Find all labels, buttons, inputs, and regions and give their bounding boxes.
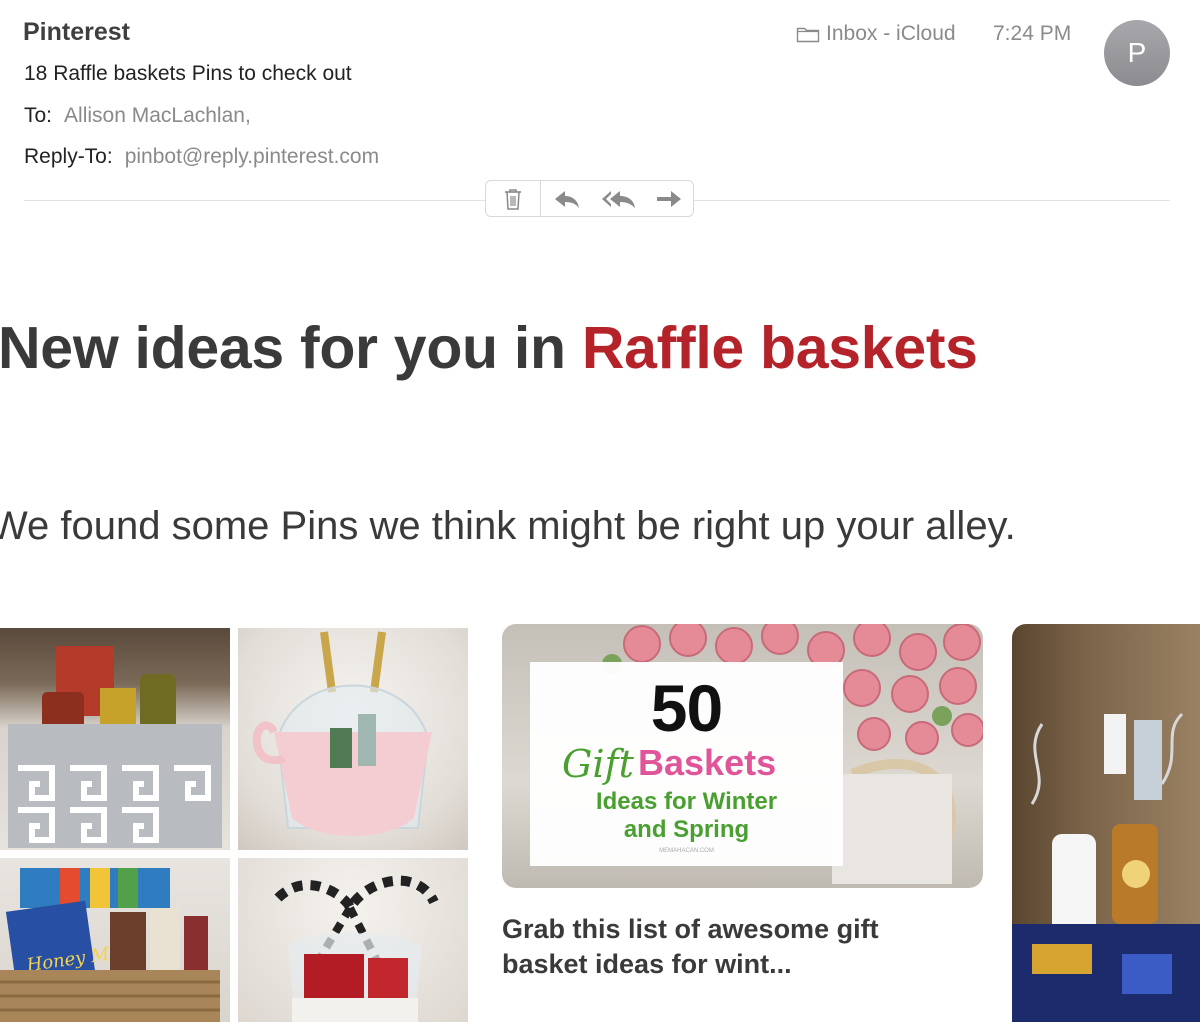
reply-to-label: Reply-To: [24, 145, 113, 168]
headline-board-name[interactable]: Raffle baskets [582, 315, 978, 381]
intro-text: We found some Pins we think might be rig… [0, 504, 1016, 548]
pin-image-snack-basket: Honey Maid [0, 858, 230, 1022]
pin-image-cookie-basket [238, 858, 468, 1022]
delete-button[interactable] [486, 181, 540, 216]
reply-to-row: Reply-To: pinbot@reply.pinterest.com [24, 145, 379, 169]
mailbox-name: Inbox - iCloud [826, 22, 956, 45]
sender-name: Pinterest [23, 18, 130, 46]
to-label: To: [24, 104, 53, 127]
pin-caption[interactable]: Grab this list of awesome gift basket id… [502, 912, 942, 982]
reply-button[interactable] [541, 181, 593, 216]
forward-icon [657, 190, 681, 207]
card-subtitle-line1: Ideas for Winter [595, 788, 778, 815]
pin-image-pantry-basket [0, 628, 230, 850]
headline-prefix: New ideas for you in [0, 315, 582, 381]
to-recipient[interactable]: Allison MacLachlan, [64, 104, 251, 127]
message-toolbar [485, 180, 694, 217]
card-subtitle-line2: and Spring [623, 816, 750, 843]
card-source: MEMAHACAN.COM [659, 848, 714, 854]
card-gift-word: Gift [562, 742, 634, 786]
headline: New ideas for you in Raffle baskets [0, 314, 978, 382]
received-time: 7:24 PM [993, 22, 1072, 45]
reply-icon [555, 190, 579, 208]
card-number: 50 [650, 671, 723, 745]
email-subject: 18 Raffle baskets Pins to check out [24, 62, 352, 85]
avatar: P [1104, 20, 1170, 86]
to-row: To: Allison MacLachlan, [24, 104, 251, 128]
reply-all-button[interactable] [593, 181, 645, 216]
avatar-initial: P [1127, 37, 1147, 68]
reply-all-icon [602, 190, 635, 208]
card-subtitle: Ideas for Winter and Spring [530, 788, 843, 844]
folder-icon [796, 27, 820, 43]
pin-liquor-basket[interactable] [1012, 624, 1200, 1022]
pin-image-mug-basket [238, 628, 468, 850]
trash-icon [505, 188, 521, 210]
mailbox-indicator: Inbox - iCloud [796, 22, 956, 46]
forward-button[interactable] [645, 181, 693, 216]
pin-image-liquor [1012, 712, 1200, 1022]
card-baskets-word: Baskets [638, 742, 777, 783]
pin-collage[interactable]: Honey Maid [0, 628, 468, 1022]
reply-to-address[interactable]: pinbot@reply.pinterest.com [125, 145, 379, 168]
pin-card-overlay: 50 Gift Baskets Ideas for Winter and Spr… [530, 662, 843, 866]
